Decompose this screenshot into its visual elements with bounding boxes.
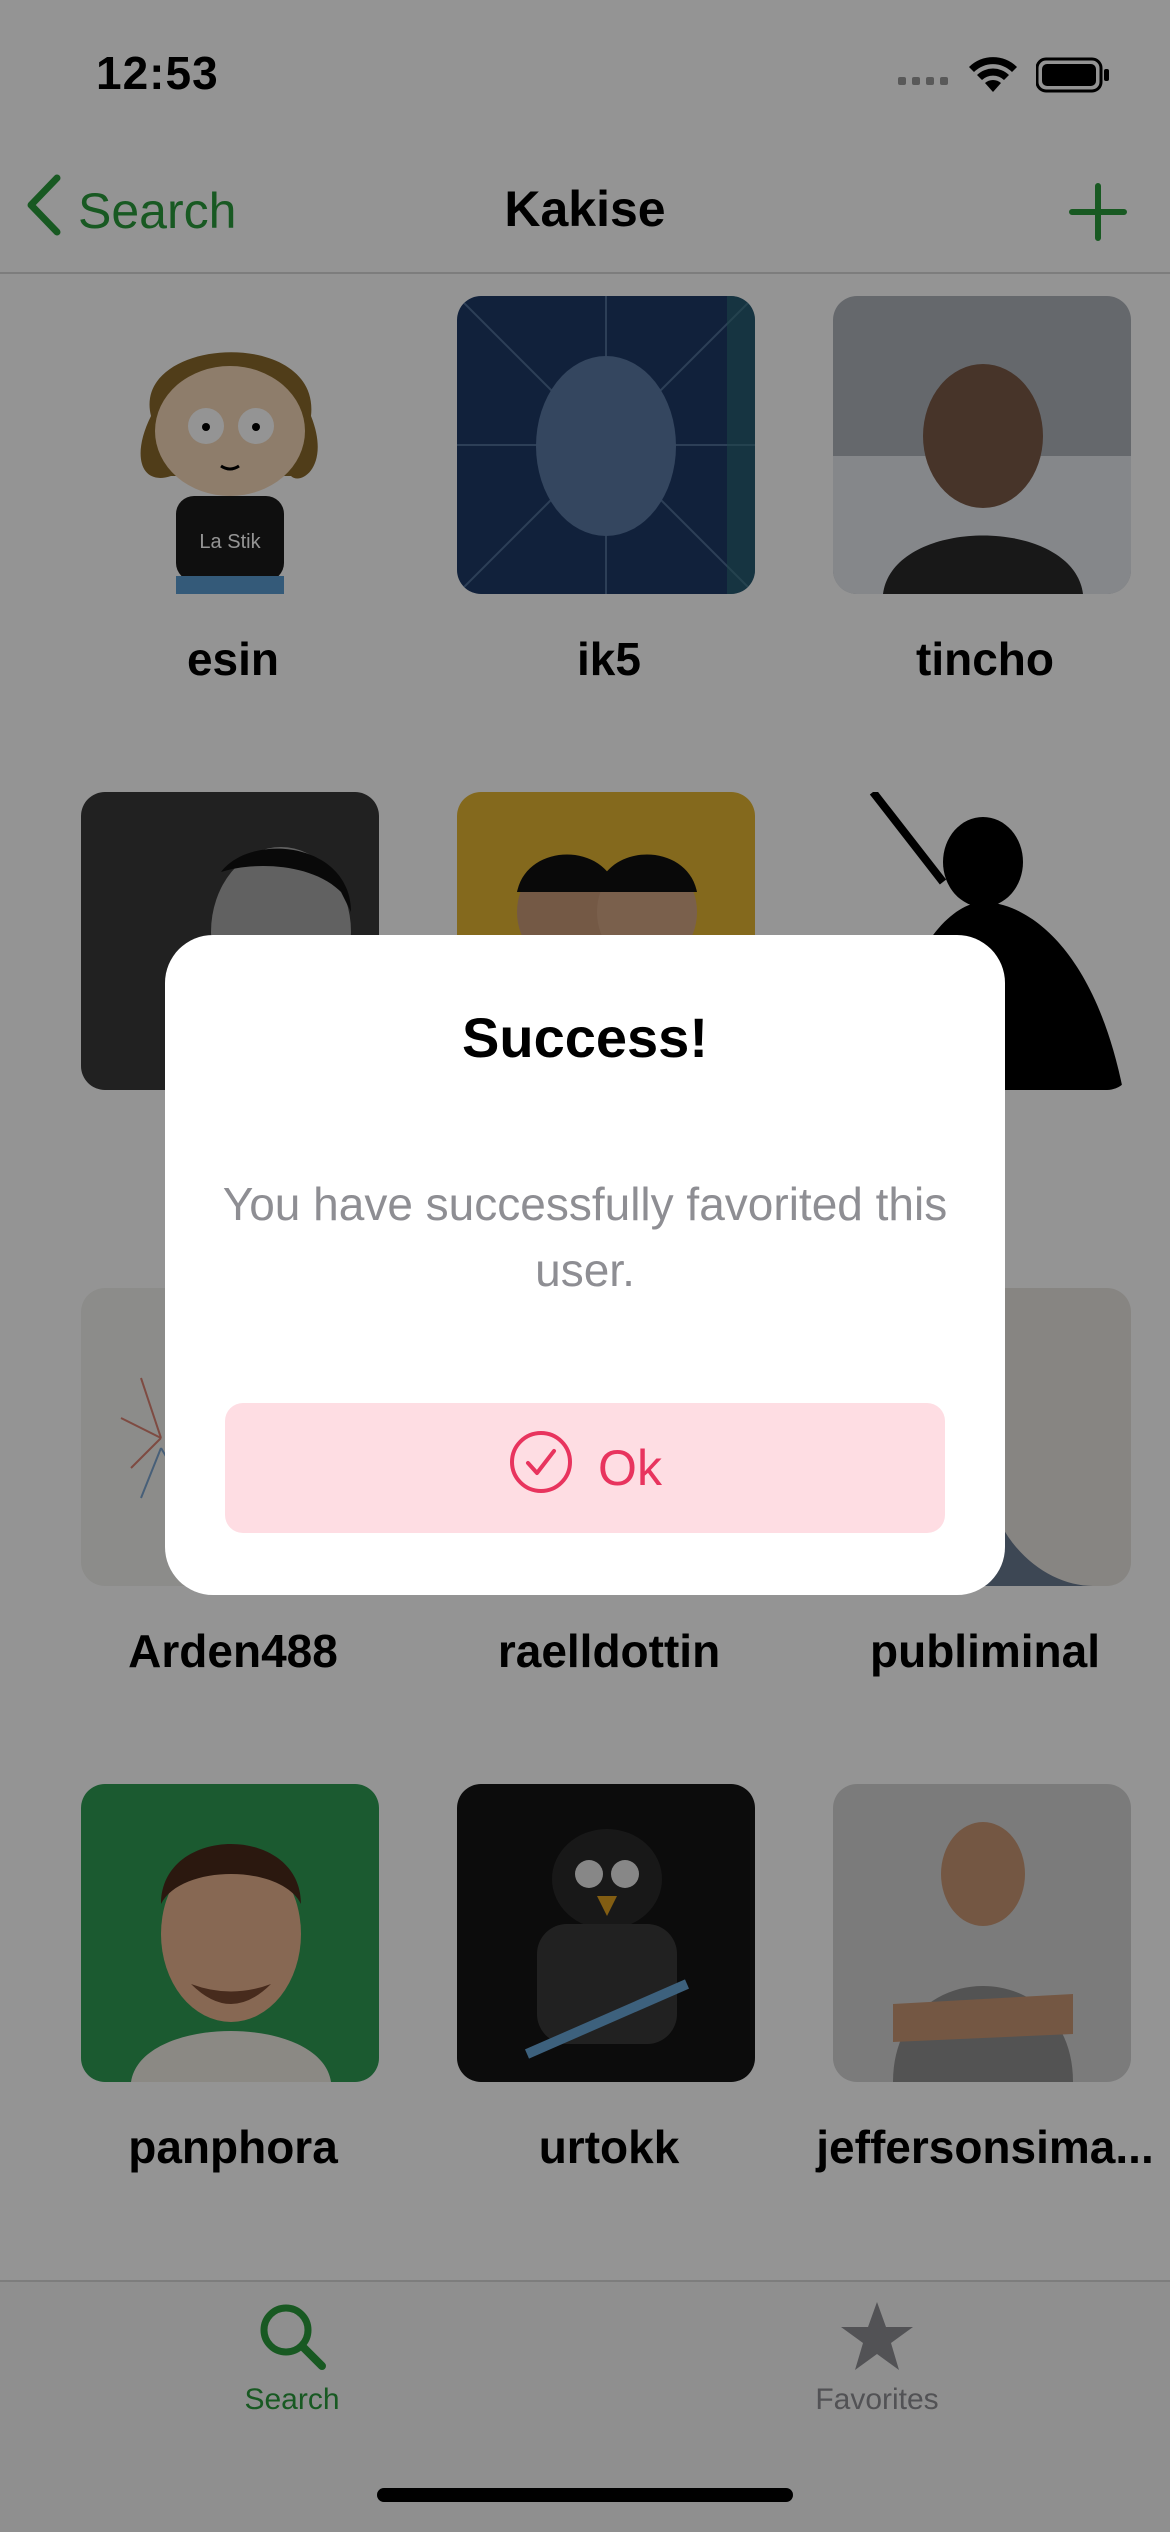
checkmark-circle-icon: [508, 1429, 574, 1507]
alert-message: You have successfully favorited this use…: [222, 1178, 948, 1296]
alert-title: Success!: [462, 1006, 708, 1069]
ok-button[interactable]: Ok: [225, 1403, 945, 1533]
success-alert: Success! You have successfully favorited…: [165, 935, 1005, 1595]
ok-label: Ok: [598, 1440, 662, 1496]
